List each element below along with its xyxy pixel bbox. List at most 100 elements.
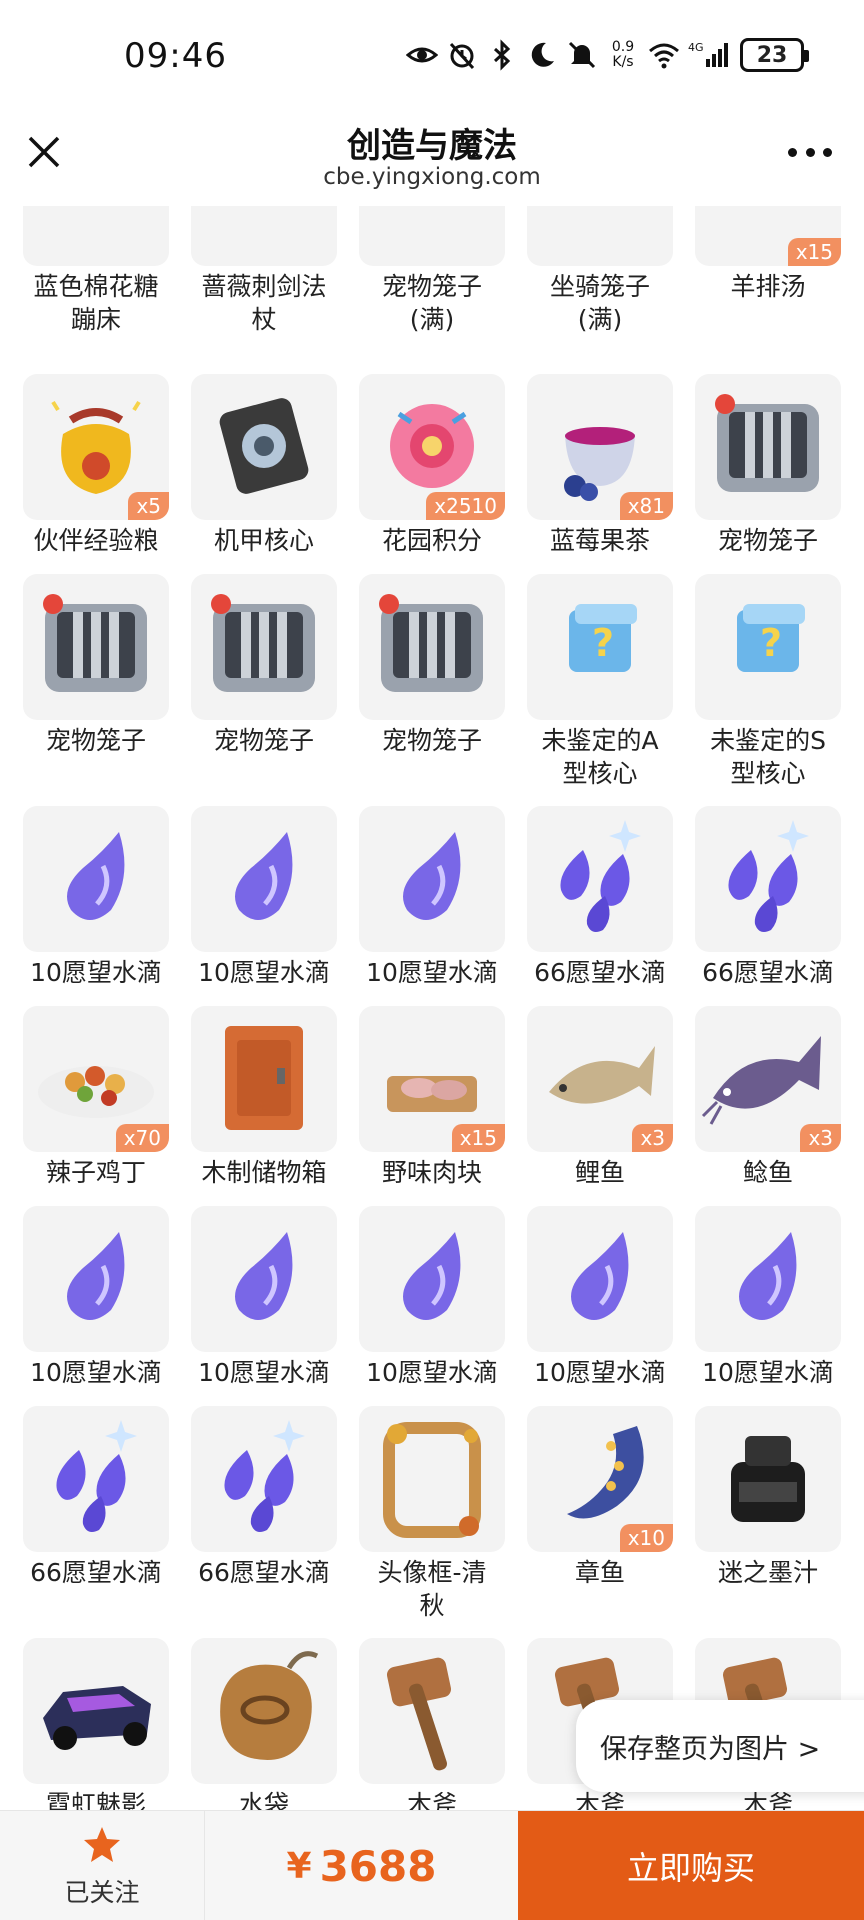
cage-icon (715, 394, 819, 492)
ink-icon (731, 1436, 805, 1522)
item-thumbnail (191, 206, 337, 266)
item-label: 10愿望水滴 (702, 1358, 834, 1387)
item-label: 花园积分 (381, 526, 482, 555)
item-label: 宠物笼子 (213, 726, 314, 755)
item-label: 鲤鱼 (574, 1158, 625, 1187)
item-thumbnail: x70 (23, 1006, 169, 1152)
item-grid-area[interactable]: 蓝色棉花糖蹦床蔷薇刺剑法杖宠物笼子(满) Ω坐骑笼子(满) x15 羊排汤 x5 伙伴经验… (0, 206, 864, 1810)
item-label: 木斧 (406, 1790, 457, 1810)
item-label: 伙伴经验粮 (33, 526, 159, 555)
drops-icon (224, 1420, 305, 1532)
item-thumbnail (359, 574, 505, 720)
car-icon (43, 1686, 151, 1750)
item-label: 迷之墨汁 (717, 1558, 818, 1587)
drop-icon (571, 1232, 629, 1320)
drop-icon (235, 832, 293, 920)
eye-icon (406, 39, 438, 71)
item-label: 66愿望水滴 (702, 958, 834, 987)
item-thumbnail: x3 (527, 1006, 673, 1152)
item-thumbnail (191, 1638, 337, 1784)
item-thumbnail (359, 206, 505, 266)
page-title: 创造与魔法 (347, 126, 517, 166)
item-label: 羊排汤 (730, 272, 806, 301)
save-page-as-image-button[interactable]: 保存整页为图片 > (576, 1700, 864, 1792)
item-thumbnail: x10 (527, 1406, 673, 1552)
quantity-badge: x15 (451, 1124, 505, 1152)
item-label: 10愿望水滴 (366, 1358, 498, 1387)
item-thumbnail (23, 806, 169, 952)
item-label: 宠物笼子 (717, 526, 818, 555)
box-icon (225, 1026, 303, 1130)
mystery-icon: ? (737, 604, 805, 672)
net-speed-value: 0.9 (611, 39, 635, 55)
follow-button[interactable]: 已关注 (0, 1811, 205, 1920)
cage-mount-icon: Ω (527, 206, 673, 266)
status-bar: 09:46 0.9 K/s 4G 23 (0, 0, 864, 110)
waterbag-icon (220, 1651, 319, 1760)
item-label: 木制储物箱 (201, 1158, 327, 1187)
mute-icon (566, 39, 598, 71)
item-thumbnail: ? (527, 574, 673, 720)
item-thumbnail (191, 806, 337, 952)
item-thumbnail (359, 806, 505, 952)
price-amount: 3688 (319, 1841, 437, 1891)
item-thumbnail (527, 1206, 673, 1352)
mystery-icon: ? (569, 604, 637, 672)
cage-full-icon (359, 206, 505, 266)
quantity-badge: x3 (632, 1124, 673, 1152)
item-label: 10愿望水滴 (30, 1358, 162, 1387)
buy-now-button[interactable]: 立即购买 (518, 1811, 864, 1920)
more-icon[interactable] (788, 148, 832, 160)
follow-label: 已关注 (64, 1878, 140, 1907)
status-icons: 0.9 K/s 4G 23 (406, 38, 809, 72)
quantity-badge: x3 (800, 1124, 841, 1152)
item-thumbnail (23, 1638, 169, 1784)
drop-icon (403, 832, 461, 920)
drop-icon (67, 1232, 125, 1320)
staff-icon (191, 206, 337, 266)
svg-text:?: ? (760, 621, 782, 665)
item-label: 10愿望水滴 (534, 1358, 666, 1387)
item-label: 鲶鱼 (742, 1158, 793, 1187)
signal-4g-icon: 4G (688, 39, 732, 71)
item-label: 10愿望水滴 (198, 958, 330, 987)
item-label: 宠物笼子 (满) (381, 272, 482, 334)
item-thumbnail (527, 806, 673, 952)
item-label: 10愿望水滴 (198, 1358, 330, 1387)
item-label: 宠物笼子 (381, 726, 482, 755)
item-thumbnail: x81 (527, 374, 673, 520)
item-thumbnail (359, 1206, 505, 1352)
item-label: 蔷薇刺剑法杖 (201, 272, 327, 334)
svg-text:?: ? (592, 621, 614, 665)
item-label: 66愿望水滴 (198, 1558, 330, 1587)
trampoline-icon (23, 206, 169, 266)
drops-icon (728, 820, 809, 932)
quantity-badge: x2510 (426, 492, 505, 520)
item-label: 蓝色棉花糖 蹦床 (33, 272, 159, 334)
star-icon (84, 1827, 120, 1862)
drop-icon (403, 1232, 461, 1320)
item-thumbnail (23, 1406, 169, 1552)
battery-indicator: 23 (740, 38, 809, 72)
item-thumbnail (191, 374, 337, 520)
item-thumbnail (695, 374, 841, 520)
item-label: 头像框-清秋 (377, 1558, 487, 1620)
cage-icon (211, 594, 315, 692)
bluetooth-icon (486, 39, 518, 71)
item-thumbnail: ? (695, 574, 841, 720)
item-label: 10愿望水滴 (30, 958, 162, 987)
item-thumbnail (23, 206, 169, 266)
net-speed-unit: K/s (612, 54, 634, 70)
item-label: 未鉴定的A 型核心 (541, 726, 659, 788)
drop-icon (67, 832, 125, 920)
item-thumbnail (191, 1406, 337, 1552)
item-label: 坐骑笼子 (满) (549, 272, 650, 334)
item-label: 章鱼 (574, 1558, 625, 1587)
nav-header: 创造与魔法 cbe.yingxiong.com (0, 110, 864, 206)
item-thumbnail (695, 1206, 841, 1352)
quantity-badge: x10 (619, 1524, 673, 1552)
item-label: 霓虹魅影 (45, 1790, 146, 1810)
quantity-badge: x5 (128, 492, 169, 520)
price-display: ¥ 3688 (205, 1811, 518, 1920)
drop-icon (739, 1232, 797, 1320)
